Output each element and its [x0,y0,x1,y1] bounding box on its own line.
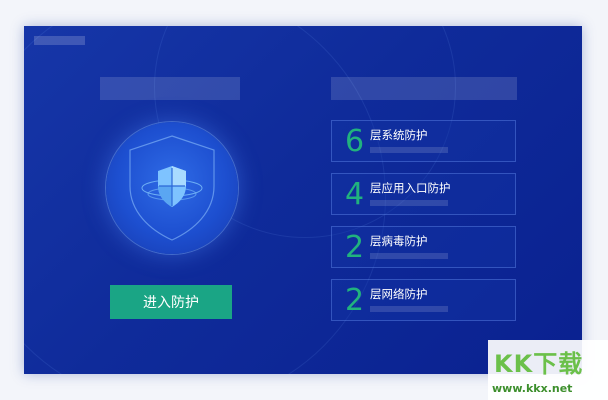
enter-protection-button[interactable]: 进入防护 [110,285,232,319]
layer-count: 4 [345,177,365,212]
protection-layer-card: 2 层网络防护 [331,279,516,321]
layer-description-placeholder [370,253,448,259]
layer-label: 层系统防护 [370,128,428,142]
left-title-placeholder [100,77,240,100]
protection-layer-card: 4 层应用入口防护 [331,173,516,215]
shield-icon [129,135,215,241]
layer-count: 2 [345,283,365,318]
right-title-placeholder [331,77,517,100]
layer-description-placeholder [370,306,448,312]
protection-layer-card: 2 层病毒防护 [331,226,516,268]
layer-label: 层病毒防护 [370,234,428,248]
layer-label: 层网络防护 [370,287,428,301]
watermark: KK下载 www.kkx.net [488,340,608,400]
shield-badge [106,122,238,254]
layer-count: 6 [345,124,365,159]
layer-label: 层应用入口防护 [370,181,451,195]
protection-layer-card: 6 层系统防护 [331,120,516,162]
layer-description-placeholder [370,200,448,206]
watermark-url: www.kkx.net [492,382,573,395]
app-logo-placeholder [34,36,85,45]
watermark-logo: KK下载 [494,344,583,379]
app-window: 进入防护 6 层系统防护 4 层应用入口防护 2 层病毒防护 2 层网络防护 [24,26,582,374]
layer-description-placeholder [370,147,448,153]
layer-count: 2 [345,230,365,265]
watermark-logo-text: KK下载 [494,350,584,378]
